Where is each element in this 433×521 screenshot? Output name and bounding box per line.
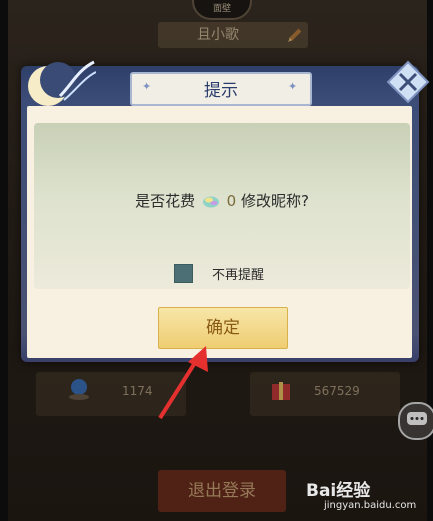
message-prefix: 是否花费: [135, 192, 196, 210]
crescent-moon-icon: [28, 60, 96, 106]
red-arrow-icon: [158, 346, 208, 420]
gem-icon: [202, 196, 219, 208]
watermark-logo: Bai经验: [306, 481, 371, 501]
dont-remind-label: 不再提醒: [212, 268, 265, 283]
cost-value: 0: [226, 192, 237, 210]
watermark-url: jingyan.baidu.com: [324, 500, 417, 511]
confirm-message: 是否花费 0 修改昵称?: [34, 190, 410, 211]
dont-remind-checkbox[interactable]: [174, 264, 193, 283]
dialog-title: 提示: [204, 81, 238, 101]
close-icon[interactable]: [385, 60, 431, 104]
message-suffix: 修改昵称?: [240, 192, 309, 210]
